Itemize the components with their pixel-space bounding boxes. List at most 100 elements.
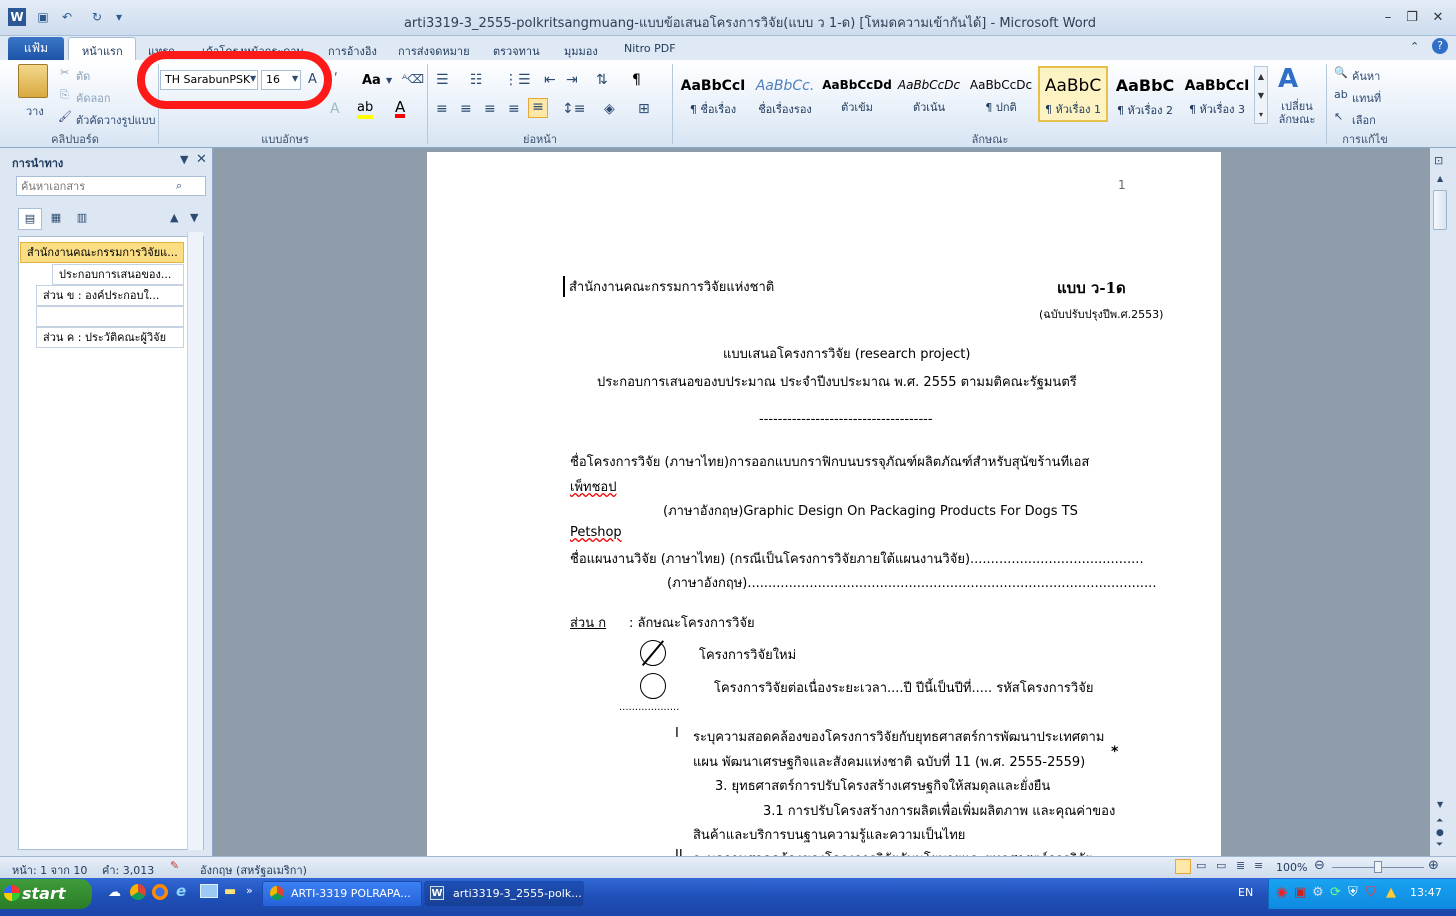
outline-view-icon[interactable]: ≣ <box>1236 859 1245 872</box>
paste-icon[interactable] <box>18 64 48 98</box>
nav-options-icon[interactable]: ▼ <box>180 153 188 166</box>
select-browse-object-icon[interactable]: ● <box>1436 828 1444 838</box>
status-words[interactable]: คำ: 3,013 <box>102 861 154 879</box>
prev-page-icon[interactable]: ⏶ <box>1436 816 1443 826</box>
tab-review[interactable]: ตรวจทาน <box>493 42 540 60</box>
scroll-thumb[interactable] <box>1433 190 1447 230</box>
scroll-down-icon[interactable]: ▼ <box>1437 800 1443 809</box>
style-title[interactable]: AaBbCcI ¶ ชื่อเรื่อง <box>678 66 748 122</box>
print-layout-icon[interactable] <box>1175 859 1191 874</box>
status-page[interactable]: หน้า: 1 จาก 10 <box>12 861 87 879</box>
numbering-icon[interactable]: ☷ <box>470 72 483 88</box>
nav-item-heading[interactable]: ประกอบการเสนอของ... <box>52 264 184 285</box>
select-icon[interactable]: ↖ <box>1334 110 1343 123</box>
replace-icon[interactable]: ab <box>1334 88 1348 101</box>
nav-scrollbar[interactable] <box>187 232 203 850</box>
tray-sync-icon[interactable]: ⟳ <box>1330 885 1341 900</box>
zoom-out-icon[interactable]: ⊖ <box>1314 858 1325 873</box>
style-heading-2[interactable]: AaBbC ¶ หัวเรื่อง 2 <box>1110 66 1180 122</box>
cut-icon[interactable]: ✂ <box>60 66 69 79</box>
text-effects-icon[interactable]: A <box>330 101 340 117</box>
task-chrome-window[interactable]: ARTI-3319 POLRAPA... <box>262 881 422 907</box>
input-language[interactable]: EN <box>1238 886 1253 899</box>
style-heading-3[interactable]: AaBbCcI ¶ หัวเรื่อง 3 <box>1182 66 1252 122</box>
full-screen-reading-icon[interactable]: ▭ <box>1196 859 1206 872</box>
ruler-toggle-icon[interactable]: ⊡ <box>1434 154 1443 167</box>
tab-mailings[interactable]: การส่งจดหมาย <box>398 42 470 60</box>
increase-indent-icon[interactable]: ⇥ <box>566 72 578 88</box>
cut-label[interactable]: ตัด <box>76 67 90 85</box>
tab-file[interactable]: แฟ้ม <box>8 37 64 60</box>
quicklaunch-desktop-icon[interactable] <box>200 884 218 898</box>
font-color-button[interactable]: A <box>395 100 406 118</box>
quicklaunch-cloud-icon[interactable]: ☁ <box>108 885 121 900</box>
style-heading-1[interactable]: AaBbC ¶ หัวเรื่อง 1 <box>1038 66 1108 122</box>
change-styles-label[interactable]: เปลี่ยน ลักษณะ <box>1274 100 1320 126</box>
word-app-icon[interactable]: W <box>8 8 26 26</box>
nav-item-heading[interactable]: ส่วน ข : องค์ประกอบใ... <box>36 285 184 306</box>
zoom-level[interactable]: 100% <box>1276 861 1307 874</box>
styles-scroll-icon[interactable]: ▲ ▼ ▾ <box>1254 66 1268 124</box>
nav-search-icon[interactable]: ⌕ <box>176 179 182 193</box>
unchecked-circle-icon[interactable] <box>640 673 666 699</box>
nav-next-icon[interactable]: ▼ <box>190 211 198 224</box>
nav-prev-icon[interactable]: ▲ <box>170 211 178 224</box>
tray-app-icon[interactable]: ◉ <box>1276 885 1287 900</box>
redo-icon[interactable]: ↻ <box>88 8 106 26</box>
draft-view-icon[interactable]: ≡ <box>1254 859 1263 872</box>
nav-item-heading[interactable] <box>36 306 184 327</box>
tab-references[interactable]: การอ้างอิง <box>328 42 377 60</box>
decrease-indent-icon[interactable]: ⇤ <box>544 72 556 88</box>
tray-security-icon[interactable]: ⛉ <box>1366 885 1376 900</box>
align-left-icon[interactable]: ≡ <box>436 101 448 117</box>
nav-pages-view-icon[interactable]: ▦ <box>44 208 68 230</box>
style-normal[interactable]: AaBbCcDc ¶ ปกติ <box>966 66 1036 122</box>
tab-view[interactable]: มุมมอง <box>564 42 598 60</box>
close-button[interactable]: ✕ <box>1426 10 1450 26</box>
document-page[interactable]: 1 สำนักงานคณะกรรมการวิจัยแห่งชาติ แบบ ว-… <box>427 152 1221 862</box>
proofing-icon[interactable]: ✎ <box>170 859 179 872</box>
align-right-icon[interactable]: ≡ <box>484 101 496 117</box>
copy-label[interactable]: คัดลอก <box>76 89 111 107</box>
format-painter-label[interactable]: ตัวคัดวางรูปแบบ <box>76 111 156 129</box>
web-layout-icon[interactable]: ▭ <box>1216 859 1226 872</box>
style-strong[interactable]: AaBbCcDd ตัวเข้ม <box>822 66 892 122</box>
tray-shield-icon[interactable]: ⛨ <box>1348 885 1358 900</box>
zoom-in-icon[interactable]: ⊕ <box>1428 858 1439 873</box>
show-marks-icon[interactable]: ¶ <box>632 72 641 88</box>
sort-icon[interactable]: ⇅ <box>596 72 608 88</box>
ribbon-minimize-icon[interactable]: ⌃ <box>1410 40 1419 53</box>
zoom-slider-thumb[interactable] <box>1374 861 1382 873</box>
shrink-font-icon[interactable]: ʹ <box>334 72 338 87</box>
tab-home[interactable]: หน้าแรก <box>82 42 123 60</box>
quicklaunch-ie-icon[interactable]: e <box>176 882 186 900</box>
bullets-icon[interactable]: ☰ <box>436 72 449 88</box>
select-label[interactable]: เลือก <box>1352 111 1376 129</box>
multilevel-list-icon[interactable]: ⋮☰ <box>504 72 531 88</box>
task-word-window[interactable]: arti3319-3_2555-polk... <box>424 881 584 907</box>
tab-nitro-pdf[interactable]: Nitro PDF <box>624 42 676 55</box>
nav-item-heading[interactable]: สำนักงานคณะกรรมการวิจัยแ... <box>20 242 184 263</box>
next-page-icon[interactable]: ⏷ <box>1436 840 1443 850</box>
highlight-color-icon[interactable]: ab <box>357 101 374 119</box>
tray-network-icon[interactable]: ⚙ <box>1312 885 1324 900</box>
change-case-dropdown-icon[interactable]: ▼ <box>386 76 392 85</box>
shading-icon[interactable]: ◈ <box>604 101 615 117</box>
undo-icon[interactable]: ↶ <box>58 8 76 26</box>
style-subtitle[interactable]: AaBbCc. ชื่อเรื่องรอง <box>750 66 820 122</box>
customize-qat-icon[interactable]: ▾ <box>110 8 128 26</box>
quicklaunch-firefox-icon[interactable] <box>152 884 168 900</box>
align-center-icon[interactable]: ≡ <box>460 101 472 117</box>
line-spacing-icon[interactable]: ↕≡ <box>562 101 585 117</box>
scroll-up-icon[interactable]: ▲ <box>1437 174 1443 183</box>
nav-item-heading[interactable]: ส่วน ค : ประวัติคณะผู้วิจัย <box>36 327 184 348</box>
quicklaunch-folder-icon[interactable]: ▬ <box>224 884 236 899</box>
change-styles-icon[interactable]: A <box>1278 64 1298 94</box>
nav-headings-view-icon[interactable]: ▤ <box>18 208 42 230</box>
copy-icon[interactable]: ⎘ <box>60 88 69 102</box>
nav-close-icon[interactable]: ✕ <box>196 152 207 167</box>
help-icon[interactable]: ? <box>1432 38 1448 54</box>
quicklaunch-more-icon[interactable]: » <box>246 884 253 897</box>
save-icon[interactable]: ▣ <box>34 8 52 26</box>
format-painter-icon[interactable]: 🖌 <box>58 110 72 123</box>
